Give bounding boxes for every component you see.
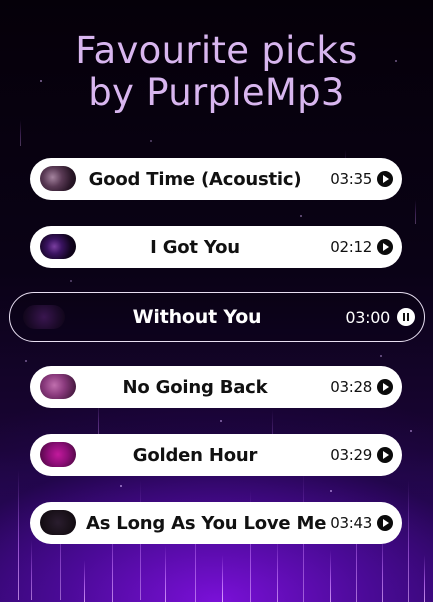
album-thumbnail [40,442,76,467]
pause-icon[interactable] [397,308,415,326]
album-thumbnail [40,374,76,399]
track-duration: 03:00 [345,307,390,327]
play-icon[interactable] [377,239,393,255]
track-item-good-time[interactable]: Good Time (Acoustic) 03:35 [30,158,402,200]
track-item-i-got-you[interactable]: I Got You 02:12 [30,226,402,268]
play-icon[interactable] [377,447,393,463]
album-thumbnail [40,234,76,259]
track-title: Without You [132,306,262,328]
track-duration: 02:12 [330,238,372,256]
track-title: No Going Back [122,376,268,398]
album-thumbnail [40,510,76,535]
track-duration: 03:43 [330,514,372,532]
track-duration: 03:29 [330,446,372,464]
track-title: Golden Hour [132,444,258,466]
page-title: Favourite picks by PurpleMp3 [0,30,433,114]
track-item-golden-hour[interactable]: Golden Hour 03:29 [30,434,402,476]
track-item-no-going-back[interactable]: No Going Back 03:28 [30,366,402,408]
album-thumbnail [40,166,76,191]
track-title: Good Time (Acoustic) [88,168,302,190]
title-line-2: by PurpleMp3 [88,71,345,114]
album-thumbnail [23,305,65,329]
track-duration: 03:28 [330,378,372,396]
play-icon[interactable] [377,379,393,395]
play-icon[interactable] [377,515,393,531]
play-icon[interactable] [377,171,393,187]
title-line-1: Favourite picks [75,29,358,72]
track-title: As Long As You Love Me [86,512,327,534]
track-item-as-long-as-you-love-me[interactable]: As Long As You Love Me 03:43 [30,502,402,544]
track-duration: 03:35 [330,170,372,188]
track-item-without-you[interactable]: Without You 03:00 [9,292,425,342]
track-title: I Got You [150,236,240,258]
